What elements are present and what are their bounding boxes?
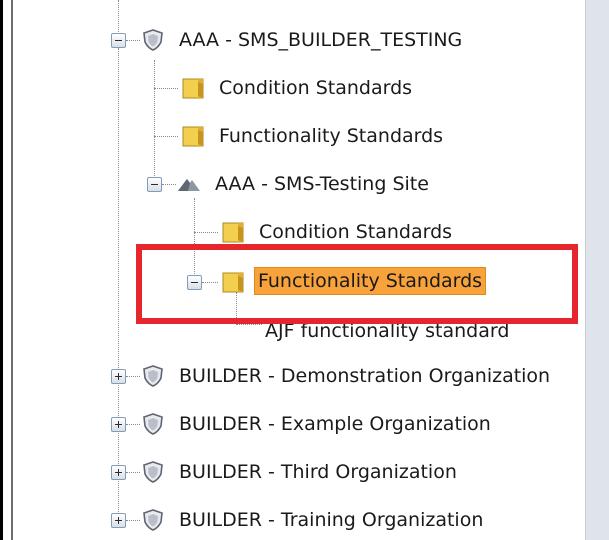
folder-icon (182, 78, 204, 99)
shield-icon (143, 509, 163, 531)
tree-connector (236, 324, 262, 325)
shield-icon (143, 413, 163, 435)
shield-icon (143, 461, 163, 483)
collapse-toggle[interactable] (111, 33, 126, 48)
expand-toggle[interactable] (111, 369, 126, 384)
folder-icon (182, 126, 204, 147)
tree-node-label: BUILDER - Demonstration Organization (179, 365, 551, 387)
tree-connector (118, 48, 119, 528)
shield-icon (143, 365, 163, 387)
tree-connector (194, 232, 218, 233)
tree-connector (154, 136, 178, 137)
expand-toggle[interactable] (111, 513, 126, 528)
folder-icon (222, 222, 244, 243)
tree-node-label: AAA - SMS-Testing Site (215, 173, 429, 195)
tree-connector (126, 424, 140, 425)
tree-connector (118, 0, 119, 32)
tree-connector (154, 88, 178, 89)
tree-connector (126, 376, 140, 377)
tree-node-label: Condition Standards (219, 77, 413, 99)
tree-connector (126, 40, 140, 41)
tree-node-label: BUILDER - Example Organization (179, 413, 491, 435)
collapse-toggle[interactable] (147, 177, 162, 192)
tree-node-label: Functionality Standards (219, 125, 444, 147)
expand-toggle[interactable] (111, 417, 126, 432)
tree-connector (154, 60, 155, 178)
window-left-line (11, 0, 13, 540)
tree-node-label: BUILDER - Training Organization (179, 509, 484, 531)
annotation-highlight-box (136, 244, 578, 324)
shield-icon (143, 29, 163, 51)
tree-connector (126, 472, 140, 473)
site-icon (178, 179, 200, 191)
tree-node-label: Condition Standards (259, 221, 453, 243)
tree-node-label: AAA - SMS_BUILDER_TESTING (179, 29, 463, 51)
tree-connector (162, 184, 176, 185)
tree-node-label: BUILDER - Third Organization (179, 461, 457, 483)
tree-scrollbar-track[interactable] (585, 0, 609, 540)
expand-toggle[interactable] (111, 465, 126, 480)
tree-connector (126, 520, 140, 521)
window-left-gap (3, 0, 11, 540)
